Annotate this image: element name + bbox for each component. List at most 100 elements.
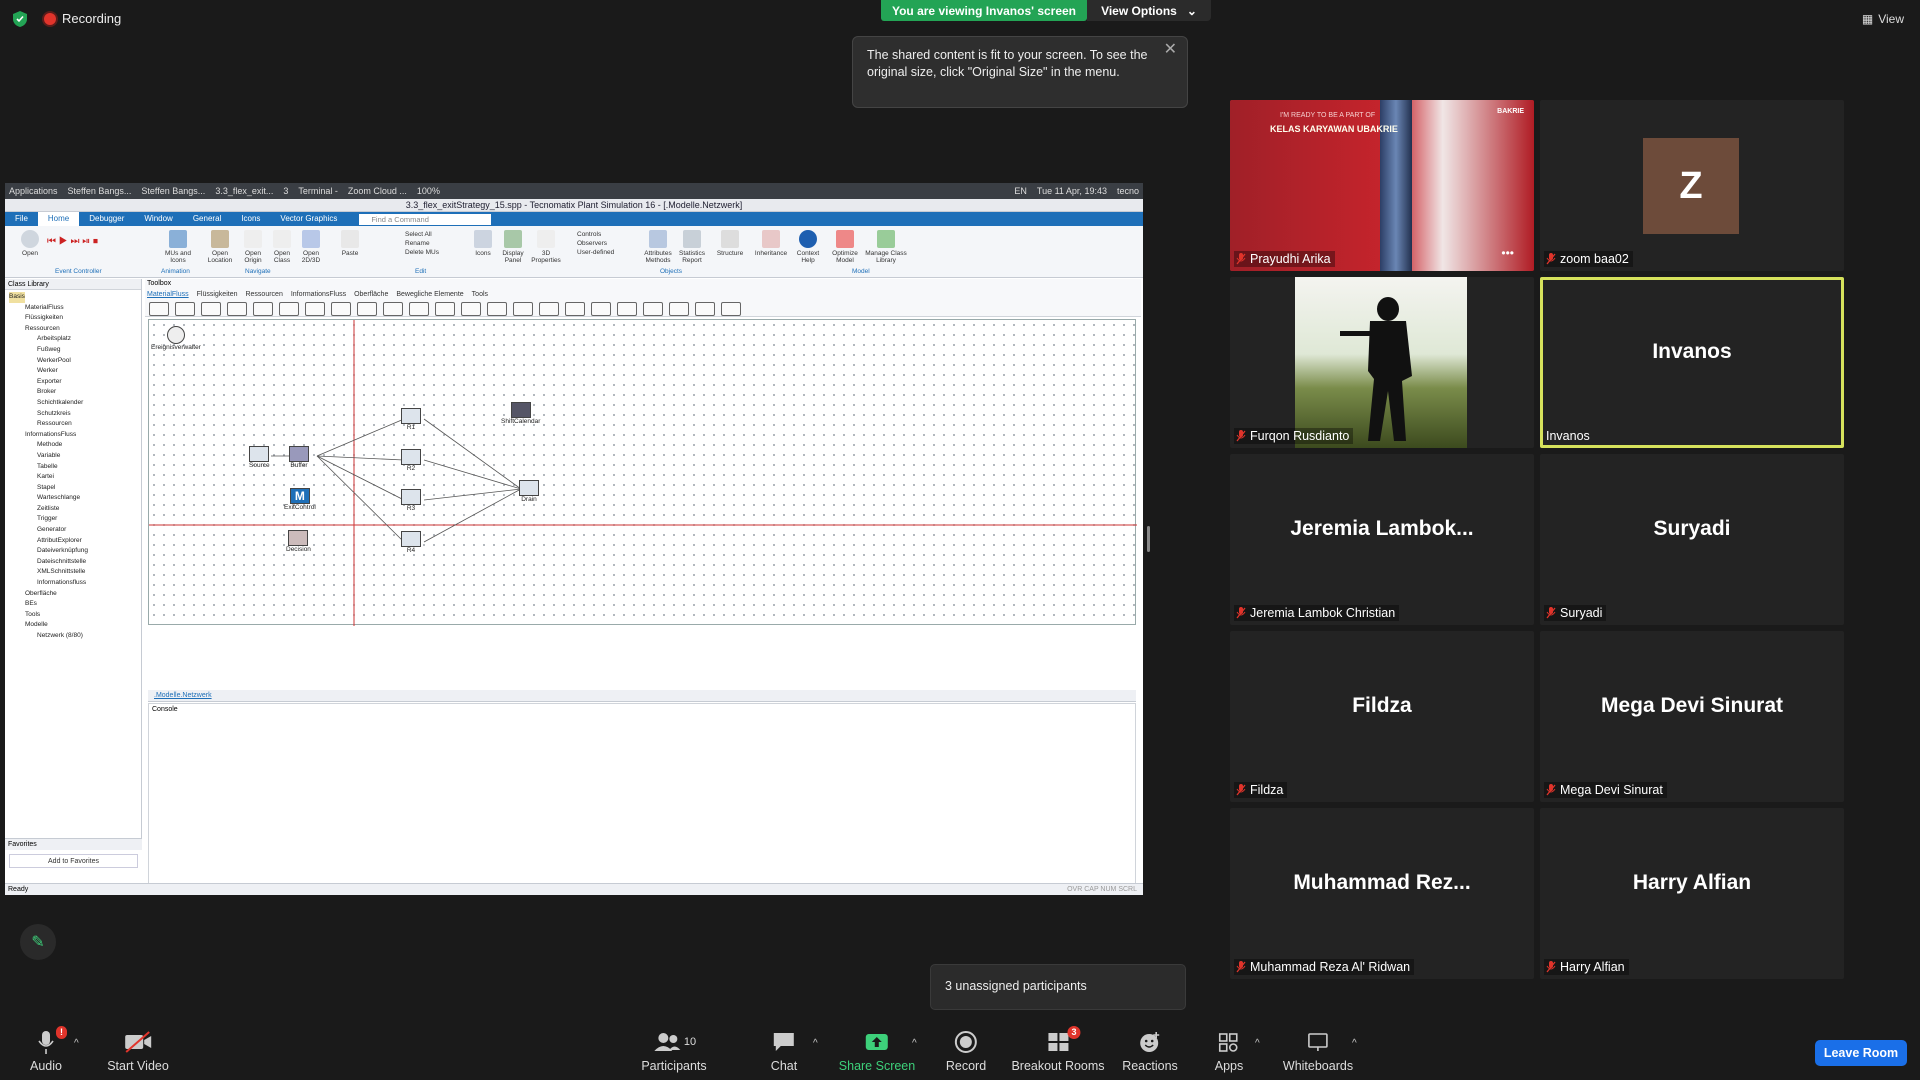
transfer-tool-icon[interactable] xyxy=(617,302,637,316)
drain-tool-icon[interactable] xyxy=(305,302,325,316)
station-r4[interactable]: R4 xyxy=(401,531,421,554)
tree-item[interactable]: Oberfläche xyxy=(9,589,141,600)
toolbox-tab[interactable]: InformationsFluss xyxy=(291,291,346,298)
audio-button[interactable]: ! Audio xyxy=(30,1026,68,1073)
tree-item[interactable]: Tabelle xyxy=(9,462,141,473)
tab-general[interactable]: General xyxy=(183,212,231,226)
shared-screen[interactable]: Applications Steffen Bangs... Steffen Ba… xyxy=(5,183,1143,895)
ribbon-structure-button[interactable]: Structure xyxy=(715,230,745,257)
tree-item[interactable]: Arbeitsplatz xyxy=(9,334,141,345)
participant-tile[interactable]: Harry Alfian Harry Alfian xyxy=(1540,808,1844,979)
tree-item[interactable]: Zeitliste xyxy=(9,504,141,515)
whiteboards-button[interactable]: Whiteboards xyxy=(1283,1028,1353,1073)
tree-item[interactable]: Dateiverknüpfung xyxy=(9,546,141,557)
reactions-button[interactable]: Reactions xyxy=(1122,1028,1178,1073)
dismantle-tool-icon[interactable] xyxy=(409,302,429,316)
entry-tool-icon[interactable] xyxy=(279,302,299,316)
record-button[interactable]: Record xyxy=(946,1028,986,1073)
buffer-node[interactable]: Buffer xyxy=(289,446,309,469)
add-to-favorites-button[interactable]: Add to Favorites xyxy=(9,854,138,868)
tab-vector-graphics[interactable]: Vector Graphics xyxy=(270,212,347,226)
whiteboards-options-caret-icon[interactable]: ^ xyxy=(1352,1038,1357,1049)
parallel-station-tool-icon[interactable] xyxy=(357,302,377,316)
ribbon-attributes-button[interactable]: Attributes Methods xyxy=(643,230,673,264)
user-defined-label[interactable]: User-defined xyxy=(577,249,614,256)
crane-tool-icon[interactable] xyxy=(669,302,689,316)
ribbon-statistics-button[interactable]: Statistics Report xyxy=(677,230,707,264)
toolbox-tab[interactable]: MaterialFluss xyxy=(147,291,189,298)
canvas-tab[interactable]: .Modelle.Netzwerk xyxy=(148,692,212,699)
controls-label[interactable]: Controls xyxy=(577,231,601,238)
tree-item[interactable]: AttributExplorer xyxy=(9,536,141,547)
tab-home[interactable]: Home xyxy=(37,212,80,226)
console-panel[interactable]: Console xyxy=(148,703,1136,893)
splitter-handle[interactable] xyxy=(1147,526,1150,552)
source-tool-icon[interactable] xyxy=(253,302,273,316)
track-tool-icon[interactable] xyxy=(539,302,559,316)
tab-icons[interactable]: Icons xyxy=(231,212,270,226)
view-button[interactable]: ▦ View xyxy=(1862,12,1904,26)
shiftcalendar-node[interactable]: ShiftCalendar xyxy=(501,402,540,425)
participant-tile[interactable]: I'M READY TO BE A PART OF KELAS KARYAWAN… xyxy=(1230,100,1534,271)
participant-tile[interactable]: Jeremia Lambok... Jeremia Lambok Christi… xyxy=(1230,454,1534,625)
taskbar-item[interactable]: Steffen Bangs... xyxy=(141,186,205,196)
participants-button[interactable]: 10 Participants xyxy=(641,1028,707,1073)
tree-item[interactable]: Flüssigkeiten xyxy=(9,313,141,324)
security-shield-icon[interactable] xyxy=(12,10,28,28)
ribbon-mus-icons-button[interactable]: MUs and Icons xyxy=(163,230,193,264)
sorter-tool-icon[interactable] xyxy=(487,302,507,316)
annotate-button[interactable]: ✎ xyxy=(20,924,56,960)
toolbox-tab[interactable]: Flüssigkeiten xyxy=(197,291,238,298)
apps-options-caret-icon[interactable]: ^ xyxy=(1255,1038,1260,1049)
store-tool-icon[interactable] xyxy=(643,302,663,316)
apps-button[interactable]: Apps xyxy=(1215,1028,1243,1073)
event-controls[interactable]: ⏮ ▶ ⏭ ⏯ ⏹ xyxy=(47,236,147,247)
audio-options-caret-icon[interactable]: ^ xyxy=(74,1038,79,1049)
ribbon-manage-library-button[interactable]: Manage Class Library xyxy=(865,230,907,264)
turntable-tool-icon[interactable] xyxy=(591,302,611,316)
tree-item[interactable]: Modelle xyxy=(9,620,141,631)
tree-item[interactable]: Netzwerk (8/80) xyxy=(9,631,141,642)
leave-room-button[interactable]: Leave Room xyxy=(1815,1040,1907,1066)
taskbar-item[interactable]: Applications xyxy=(9,186,58,196)
source-node[interactable]: Source xyxy=(249,446,270,469)
participant-tile[interactable]: Mega Devi Sinurat Mega Devi Sinurat xyxy=(1540,631,1844,802)
station-r2[interactable]: R2 xyxy=(401,449,421,472)
decision-table[interactable]: Decision xyxy=(286,530,311,553)
exitcontrol-method[interactable]: M ExitControl xyxy=(284,488,316,511)
conveyor-tool-icon[interactable] xyxy=(513,302,533,316)
more-options-icon[interactable]: ••• xyxy=(1501,246,1514,260)
line-tool-icon[interactable] xyxy=(565,302,585,316)
participant-tile[interactable]: Furqon Rusdianto xyxy=(1230,277,1534,448)
unassigned-participants-popup[interactable]: 3 unassigned participants xyxy=(930,964,1186,1010)
event-controller[interactable]: Ereignisverwalter xyxy=(151,326,201,351)
taskbar-item[interactable]: Zoom Cloud ... xyxy=(348,186,407,196)
ribbon-open-2d3d-button[interactable]: Open 2D/3D xyxy=(296,230,326,264)
tree-item[interactable]: WerkerPool xyxy=(9,356,141,367)
rename-label[interactable]: Rename xyxy=(405,240,430,247)
toolbox-tab[interactable]: Oberfläche xyxy=(354,291,388,298)
tree-item[interactable]: Variable xyxy=(9,451,141,462)
toolbox-tab[interactable]: Bewegliche Elemente xyxy=(396,291,463,298)
ribbon-edit-list[interactable]: Select All Rename Delete MUs xyxy=(405,230,465,257)
class-tree[interactable]: Basis MaterialFluss Flüssigkeiten Ressou… xyxy=(5,290,141,642)
tree-item[interactable]: Exporter xyxy=(9,377,141,388)
ribbon-3d-properties-button[interactable]: 3D Properties xyxy=(531,230,561,264)
station-tool-icon[interactable] xyxy=(331,302,351,316)
taskbar-item[interactable]: Terminal - xyxy=(298,186,338,196)
ribbon-optimize-model-button[interactable]: Optimize Model xyxy=(830,230,860,264)
drain-node[interactable]: Drain xyxy=(519,480,539,503)
tree-item[interactable]: Kartei xyxy=(9,472,141,483)
frame-tool-icon[interactable] xyxy=(227,302,247,316)
buffer-tool-icon[interactable] xyxy=(461,302,481,316)
ribbon-open-class-button[interactable]: Open Class xyxy=(267,230,297,264)
tab-debugger[interactable]: Debugger xyxy=(79,212,134,226)
participant-tile[interactable]: Fildza Fildza xyxy=(1230,631,1534,802)
flow-control-tool-icon[interactable] xyxy=(721,302,741,316)
tree-item[interactable]: XMLSchnittstelle xyxy=(9,567,141,578)
tree-item[interactable]: Methode xyxy=(9,440,141,451)
generator-tool-icon[interactable] xyxy=(695,302,715,316)
recording-indicator[interactable]: Recording xyxy=(44,11,121,26)
close-icon[interactable]: ✕ xyxy=(1164,41,1177,58)
tree-item[interactable]: Fußweg xyxy=(9,345,141,356)
